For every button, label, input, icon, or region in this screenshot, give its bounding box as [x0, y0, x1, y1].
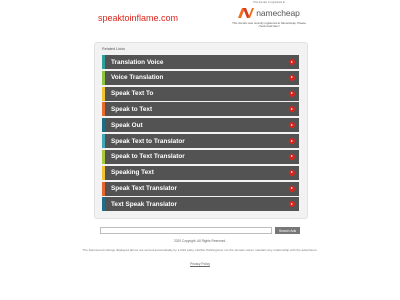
arrow-right-icon: [289, 106, 295, 113]
disclaimer-text: The Sponsored Listings displayed above a…: [82, 248, 318, 252]
search-input[interactable]: [100, 227, 272, 234]
arrow-right-icon: [289, 153, 295, 160]
related-link-label: Translation Voice: [111, 58, 164, 66]
link-color-bar: [102, 149, 105, 164]
parking-page: speaktoinflame.com This domain is regist…: [0, 0, 400, 300]
related-link[interactable]: Speak Text To: [102, 86, 299, 101]
footer: 2020 Copyright. All Rights Reserved. The…: [60, 239, 340, 270]
registrar-box: This domain is registered at namecheap T…: [232, 1, 306, 29]
link-color-bar: [102, 181, 105, 196]
related-link-label: Speaking Text: [111, 169, 154, 177]
domain-title[interactable]: speaktoinflame.com: [98, 13, 178, 23]
related-link-label: Speak to Text Translator: [111, 153, 185, 161]
arrow-right-icon: [289, 138, 295, 145]
related-link[interactable]: Speak Text to Translator: [102, 134, 299, 149]
related-links-panel: Related Links Translation Voice Voice Tra…: [94, 42, 308, 219]
link-color-bar: [102, 55, 105, 69]
arrow-right-icon: [289, 201, 295, 208]
namecheap-logo[interactable]: namecheap: [232, 6, 306, 20]
copyright-text: 2020 Copyright. All Rights Reserved.: [173, 239, 227, 243]
link-color-bar: [102, 86, 105, 101]
arrow-right-icon: [289, 74, 295, 81]
related-link-label: Speak Text to Translator: [111, 137, 185, 145]
arrow-right-icon: [289, 185, 295, 192]
related-link-label: Text Speak Translator: [111, 200, 177, 208]
related-link[interactable]: Speaking Text: [102, 165, 299, 180]
related-link[interactable]: Speak to Text Translator: [102, 149, 299, 164]
related-link-label: Speak to Text: [111, 105, 153, 113]
related-link[interactable]: Speak Out: [102, 118, 299, 133]
expired-note: This domain was recently registered at N…: [232, 21, 306, 29]
search-bar: Search Ads: [100, 227, 300, 234]
arrow-right-icon: [289, 122, 295, 129]
registered-note: This domain is registered at: [253, 1, 285, 4]
related-link[interactable]: Voice Translation: [102, 70, 299, 85]
arrow-right-icon: [289, 90, 295, 97]
link-color-bar: [102, 134, 105, 149]
arrow-right-icon: [289, 169, 295, 176]
related-link-label: Speak Text Translator: [111, 185, 177, 193]
link-color-bar: [102, 102, 105, 117]
related-link-label: Speak Out: [111, 121, 143, 129]
related-link-label: Speak Text To: [111, 90, 154, 98]
related-link[interactable]: Speak Text Translator: [102, 181, 299, 196]
namecheap-n-icon: [238, 8, 255, 18]
link-color-bar: [102, 70, 105, 85]
related-links-list: Translation Voice Voice Translation Speak …: [102, 55, 299, 213]
related-link[interactable]: Text Speak Translator: [102, 197, 299, 212]
related-link-label: Voice Translation: [111, 74, 164, 82]
related-link[interactable]: Translation Voice: [102, 55, 299, 69]
arrow-right-icon: [289, 59, 295, 65]
link-color-bar: [102, 165, 105, 180]
search-button[interactable]: Search Ads: [275, 227, 300, 234]
link-color-bar: [102, 197, 105, 212]
registrar-name: namecheap: [256, 8, 300, 18]
link-color-bar: [102, 118, 105, 133]
related-links-title: Related Links: [102, 47, 126, 51]
related-link[interactable]: Speak to Text: [102, 102, 299, 117]
privacy-policy-link[interactable]: Privacy Policy: [190, 262, 210, 266]
